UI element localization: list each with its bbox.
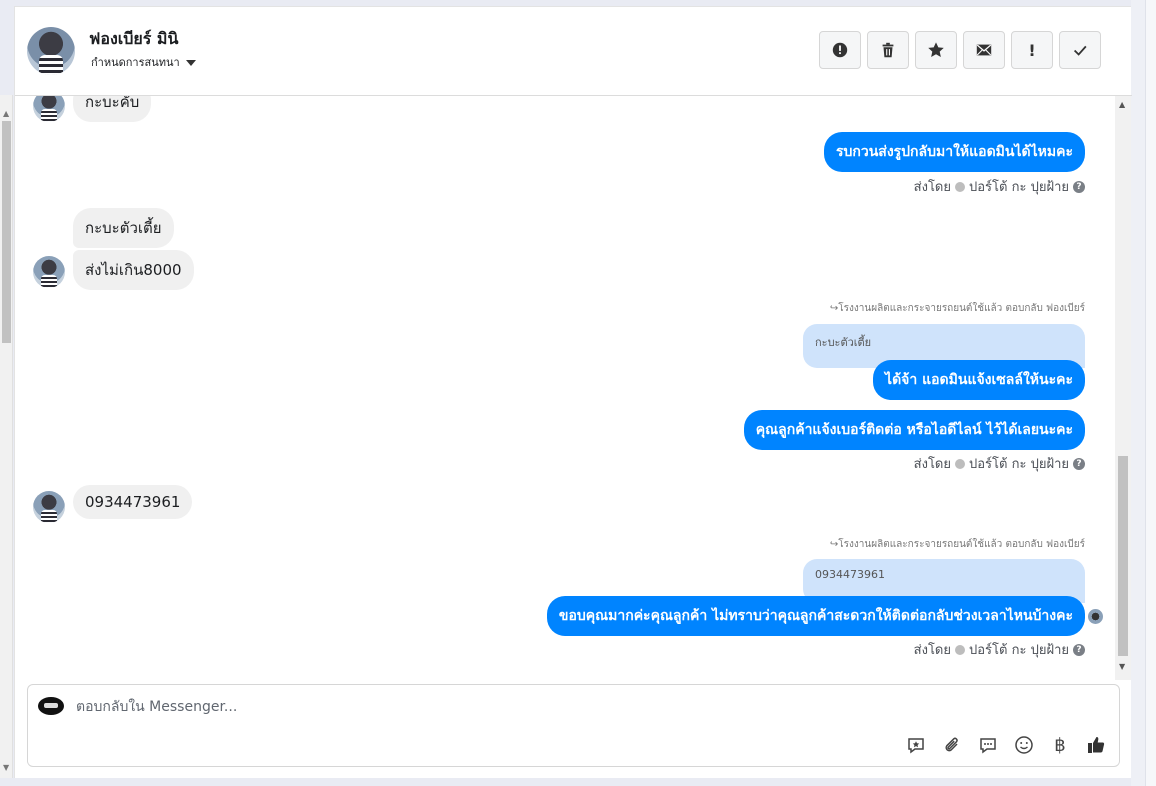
page: ▲ ▼ ฟองเบียร์ มินิ กำหนดการสนทนา ! กะบะค…	[0, 0, 1156, 786]
reply-note: ↪โรงงานผลิตและกระจายรถยนต์ใช้แล้ว ตอบกลั…	[830, 537, 1085, 552]
sent-by-meta: ส่งโดย ปอร์โต้ กะ ปุยฝ้าย ?	[914, 453, 1085, 474]
conversation-header: ฟองเบียร์ มินิ กำหนดการสนทนา !	[15, 7, 1132, 96]
conversation-panel: ฟองเบียร์ มินิ กำหนดการสนทนา ! กะบะคับ ร…	[14, 6, 1132, 778]
seen-avatar	[1088, 609, 1103, 624]
composer-tools: ฿	[905, 734, 1107, 756]
trash-icon	[882, 42, 894, 58]
like-icon	[1088, 737, 1105, 753]
emoji-icon	[1015, 736, 1033, 754]
sent-by-label: ส่งโดย	[913, 457, 951, 472]
contact-avatar-small	[33, 96, 65, 122]
check-icon	[1073, 45, 1087, 56]
envelope-icon	[976, 44, 992, 56]
contact-avatar[interactable]	[27, 27, 75, 75]
assign-conversation-dropdown[interactable]: กำหนดการสนทนา	[91, 53, 196, 71]
reply-note-text: โรงงานผลิตและกระจายรถยนต์ใช้แล้ว ตอบกลับ…	[838, 303, 1085, 314]
verified-icon	[955, 181, 965, 192]
page-logo	[38, 697, 64, 715]
emoji-button[interactable]	[1013, 734, 1035, 756]
saved-reply-button[interactable]	[905, 734, 927, 756]
attachment-icon	[945, 737, 958, 752]
sent-by-meta: ส่งโดย ปอร์โต้ กะ ปุยฝ้าย ?	[914, 639, 1085, 660]
outgoing-message: รบกวนส่งรูปกลับมาให้แอดมินได้ไหมคะ	[823, 132, 1085, 172]
incoming-message: 0934473961	[73, 485, 193, 519]
sent-by-meta: ส่งโดย ปอร์โต้ กะ ปุยฝ้าย ?	[914, 176, 1085, 197]
outgoing-message: คุณลูกค้าแจ้งเบอร์ติดต่อ หรือไอดีไลน์ ไว…	[743, 410, 1085, 450]
verified-icon	[955, 458, 965, 469]
thread-scrollbar[interactable]: ▲ ▼	[1115, 96, 1131, 680]
star-icon	[928, 42, 944, 58]
star-button[interactable]	[915, 31, 957, 69]
incoming-message: กะบะคับ	[73, 96, 152, 122]
sent-by-label: ส่งโดย	[913, 180, 951, 195]
saved-reply-icon	[908, 738, 924, 754]
header-actions: !	[819, 31, 1101, 69]
reply-note: ↪โรงงานผลิตและกระจายรถยนต์ใช้แล้ว ตอบกลั…	[830, 301, 1085, 316]
scroll-up-arrow-icon[interactable]: ▲	[3, 109, 9, 118]
sent-by-label: ส่งโดย	[913, 643, 951, 658]
like-button[interactable]	[1085, 734, 1107, 756]
contact-avatar-small	[33, 491, 65, 523]
reply-composer: ฿	[27, 684, 1120, 767]
mark-unread-button[interactable]	[963, 31, 1005, 69]
scroll-down-arrow-icon[interactable]: ▼	[3, 763, 9, 772]
right-edge	[1131, 0, 1156, 786]
left-scrollbar[interactable]: ▲ ▼	[0, 95, 13, 778]
spam-button[interactable]	[819, 31, 861, 69]
help-icon[interactable]: ?	[1073, 457, 1085, 470]
incoming-message: ส่งไม่เกิน8000	[73, 250, 194, 290]
right-strip	[1145, 0, 1156, 786]
caret-down-icon	[185, 60, 196, 66]
scroll-down-arrow-icon[interactable]: ▼	[1119, 662, 1125, 671]
sender-name: ปอร์โต้ กะ ปุยฝ้าย	[969, 180, 1069, 195]
outgoing-message: ขอบคุณมากค่ะคุณลูกค้า ไม่ทราบว่าคุณลูกค้…	[546, 596, 1085, 636]
contact-name[interactable]: ฟองเบียร์ มินิ	[89, 27, 178, 52]
scrollbar-thumb[interactable]	[2, 121, 11, 343]
assign-label: กำหนดการสนทนา	[91, 56, 180, 69]
sender-name: ปอร์โต้ กะ ปุยฝ้าย	[969, 643, 1069, 658]
quick-reply-button[interactable]	[977, 734, 999, 756]
follow-up-button[interactable]: !	[1011, 31, 1053, 69]
mark-done-button[interactable]	[1059, 31, 1101, 69]
reply-note-text: โรงงานผลิตและกระจายรถยนต์ใช้แล้ว ตอบกลับ…	[838, 539, 1085, 550]
scroll-up-arrow-icon[interactable]: ▲	[1119, 100, 1125, 109]
contact-avatar-small	[33, 256, 65, 288]
reply-input[interactable]	[76, 695, 1076, 719]
sender-name: ปอร์โต้ กะ ปุยฝ้าย	[969, 457, 1069, 472]
payment-button[interactable]: ฿	[1049, 734, 1071, 756]
chat-bubble-icon	[980, 738, 996, 754]
delete-button[interactable]	[867, 31, 909, 69]
spam-alert-icon	[832, 42, 848, 58]
exclamation-icon: !	[1028, 40, 1036, 60]
help-icon[interactable]: ?	[1073, 180, 1085, 193]
message-thread[interactable]: กะบะคับ รบกวนส่งรูปกลับมาให้แอดมินได้ไหม…	[15, 96, 1132, 680]
scrollbar-thumb[interactable]	[1118, 456, 1128, 656]
baht-icon: ฿	[1054, 734, 1066, 756]
attach-button[interactable]	[941, 734, 963, 756]
help-icon[interactable]: ?	[1073, 643, 1085, 656]
outgoing-message: ได้จ้า แอดมินแจ้งเซลล์ให้นะคะ	[873, 360, 1085, 400]
verified-icon	[955, 644, 965, 655]
incoming-message: กะบะตัวเตี้ย	[73, 208, 174, 248]
